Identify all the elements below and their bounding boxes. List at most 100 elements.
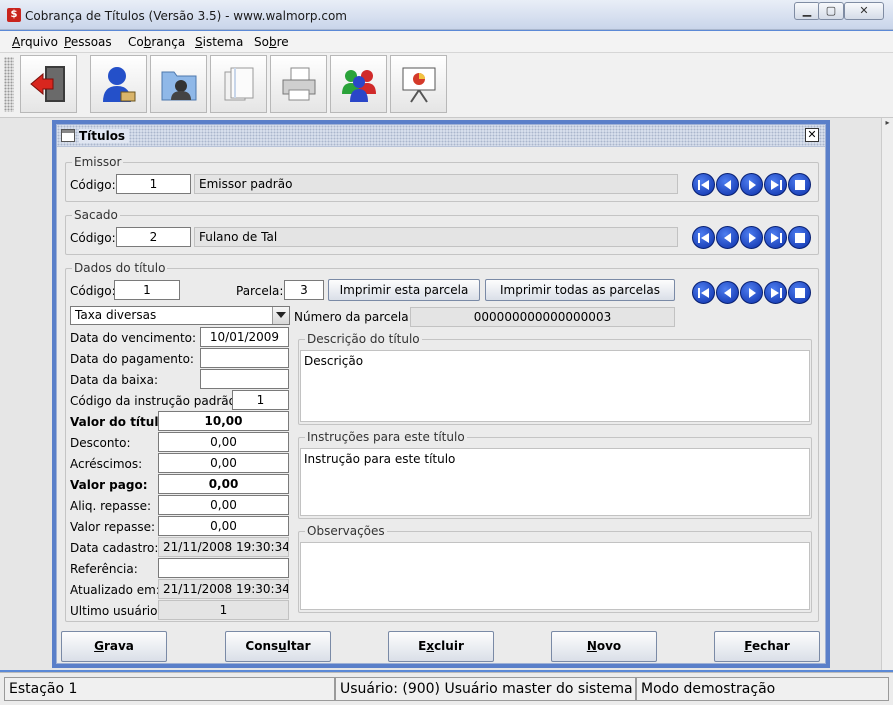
- dados-titulo-legend: Dados do título: [72, 261, 168, 275]
- baixa-label: Data da baixa:: [70, 373, 159, 387]
- valor-pago-input[interactable]: 0,00: [158, 474, 289, 494]
- desktop-scrollbar[interactable]: ▸: [881, 118, 893, 670]
- prev-record-icon: [724, 180, 731, 190]
- status-bar: Estação 1 Usuário: (900) Usuário master …: [0, 672, 893, 705]
- maximize-button[interactable]: ▢: [818, 2, 844, 20]
- acrescimos-input[interactable]: 0,00: [158, 453, 289, 473]
- printer-icon: [282, 67, 316, 101]
- titulo-first-button[interactable]: [692, 281, 715, 304]
- atualizado-label: Atualizado em:: [70, 583, 160, 597]
- consultar-button[interactable]: Consultar: [225, 631, 331, 662]
- status-mode: Modo demostração: [636, 677, 889, 701]
- emissor-last-button[interactable]: [764, 173, 787, 196]
- emissor-stop-button[interactable]: [788, 173, 811, 196]
- vencimento-input[interactable]: 10/01/2009: [200, 327, 289, 347]
- valor-repasse-label: Valor repasse:: [70, 520, 156, 534]
- valor-titulo-label: Valor do título:: [70, 415, 172, 429]
- data-cadastro-field: 21/11/2008 19:30:34: [158, 537, 289, 557]
- emissor-first-button[interactable]: [692, 173, 715, 196]
- toolbar-contacts-button[interactable]: [150, 55, 207, 113]
- toolbar-users-button[interactable]: [330, 55, 387, 113]
- toolbar-user-button[interactable]: [90, 55, 147, 113]
- instrucao-codigo-input[interactable]: 1: [232, 390, 289, 410]
- stop-icon: [795, 288, 805, 298]
- status-station: Estação 1: [4, 677, 335, 701]
- sacado-nav: [692, 226, 812, 250]
- emissor-code-input[interactable]: 1: [116, 174, 191, 194]
- prev-record-icon: [724, 288, 731, 298]
- print-all-parcelas-button[interactable]: Imprimir todas as parcelas: [485, 279, 675, 301]
- toolbar-exit-button[interactable]: [20, 55, 77, 113]
- dados-titulo-group: Dados do título Código: 1 Parcela: 3 Imp…: [65, 261, 819, 622]
- descricao-textarea[interactable]: Descrição: [300, 350, 810, 422]
- chevron-down-icon[interactable]: [272, 307, 289, 324]
- toolbar-printer-button[interactable]: [270, 55, 327, 113]
- ultimo-usuario-label: Ultimo usuário: [70, 604, 158, 618]
- menu-pessoas[interactable]: Pessoas: [64, 35, 112, 49]
- frame-close-button[interactable]: ✕: [805, 128, 819, 142]
- menu-sistema[interactable]: Sistema: [195, 35, 243, 49]
- grava-button[interactable]: Grava: [61, 631, 167, 662]
- observacoes-textarea[interactable]: [300, 542, 810, 610]
- titulo-code-input[interactable]: 1: [114, 280, 180, 300]
- sacado-next-button[interactable]: [740, 226, 763, 249]
- app-icon: $: [7, 8, 21, 22]
- prev-record-icon: [724, 233, 731, 243]
- stop-icon: [795, 233, 805, 243]
- exit-door-icon: [30, 66, 65, 102]
- aliq-repasse-input[interactable]: 0,00: [158, 495, 289, 515]
- emissor-legend: Emissor: [72, 155, 124, 169]
- titulo-last-button[interactable]: [764, 281, 787, 304]
- tipo-titulo-select[interactable]: Taxa diversas: [70, 306, 290, 325]
- titulo-prev-button[interactable]: [716, 281, 739, 304]
- window-title-bar: $ Cobrança de Títulos (Versão 3.5) - www…: [0, 0, 893, 30]
- close-window-button[interactable]: ✕: [844, 2, 884, 20]
- titulo-code-label: Código:: [70, 284, 116, 298]
- valor-repasse-input[interactable]: 0,00: [158, 516, 289, 536]
- sacado-last-button[interactable]: [764, 226, 787, 249]
- sacado-stop-button[interactable]: [788, 226, 811, 249]
- sacado-prev-button[interactable]: [716, 226, 739, 249]
- sacado-first-button[interactable]: [692, 226, 715, 249]
- titulo-nav: [692, 281, 812, 305]
- first-record-icon: [698, 180, 709, 190]
- next-record-icon: [749, 233, 756, 243]
- referencia-input[interactable]: [158, 558, 289, 578]
- desconto-input[interactable]: 0,00: [158, 432, 289, 452]
- novo-button[interactable]: Novo: [551, 631, 657, 662]
- status-user: Usuário: (900) Usuário master do sistema: [335, 677, 636, 701]
- sacado-group: Sacado Código: 2 Fulano de Tal: [65, 208, 819, 255]
- toolbar-documents-button[interactable]: [210, 55, 267, 113]
- observacoes-group: Observações: [298, 524, 812, 613]
- pagamento-input[interactable]: [200, 348, 289, 368]
- parcela-input[interactable]: 3: [284, 280, 324, 300]
- print-this-parcela-button[interactable]: Imprimir esta parcela: [328, 279, 480, 301]
- instrucoes-textarea[interactable]: Instrução para este título: [300, 448, 810, 516]
- emissor-prev-button[interactable]: [716, 173, 739, 196]
- emissor-next-button[interactable]: [740, 173, 763, 196]
- emissor-group: Emissor Código: 1 Emissor padrão: [65, 155, 819, 202]
- toolbar-grip[interactable]: [4, 57, 14, 112]
- parcela-label: Parcela:: [236, 284, 284, 298]
- menu-sobre[interactable]: Sobre: [254, 35, 289, 49]
- acrescimos-label: Acréscimos:: [70, 457, 143, 471]
- toolbar-presentation-button[interactable]: [390, 55, 447, 113]
- window-title: Cobrança de Títulos (Versão 3.5) - www.w…: [25, 9, 347, 23]
- minimize-button[interactable]: ▁: [794, 2, 820, 20]
- baixa-input[interactable]: [200, 369, 289, 389]
- menu-bar: Arquivo Pessoas Cobrança Sistema Sobre: [0, 31, 893, 53]
- observacoes-legend: Observações: [305, 524, 387, 538]
- next-record-icon: [749, 288, 756, 298]
- fechar-button[interactable]: Fechar: [714, 631, 820, 662]
- tipo-titulo-value: Taxa diversas: [75, 308, 157, 322]
- valor-titulo-input[interactable]: 10,00: [158, 411, 289, 431]
- numero-parcela-field: 000000000000000003: [410, 307, 675, 327]
- titulo-stop-button[interactable]: [788, 281, 811, 304]
- menu-arquivo[interactable]: Arquivo: [12, 35, 58, 49]
- titulo-next-button[interactable]: [740, 281, 763, 304]
- menu-cobranca[interactable]: Cobrança: [128, 35, 185, 49]
- sacado-legend: Sacado: [72, 208, 120, 222]
- excluir-button[interactable]: Excluir: [388, 631, 494, 662]
- last-record-icon: [771, 233, 782, 243]
- sacado-code-input[interactable]: 2: [116, 227, 191, 247]
